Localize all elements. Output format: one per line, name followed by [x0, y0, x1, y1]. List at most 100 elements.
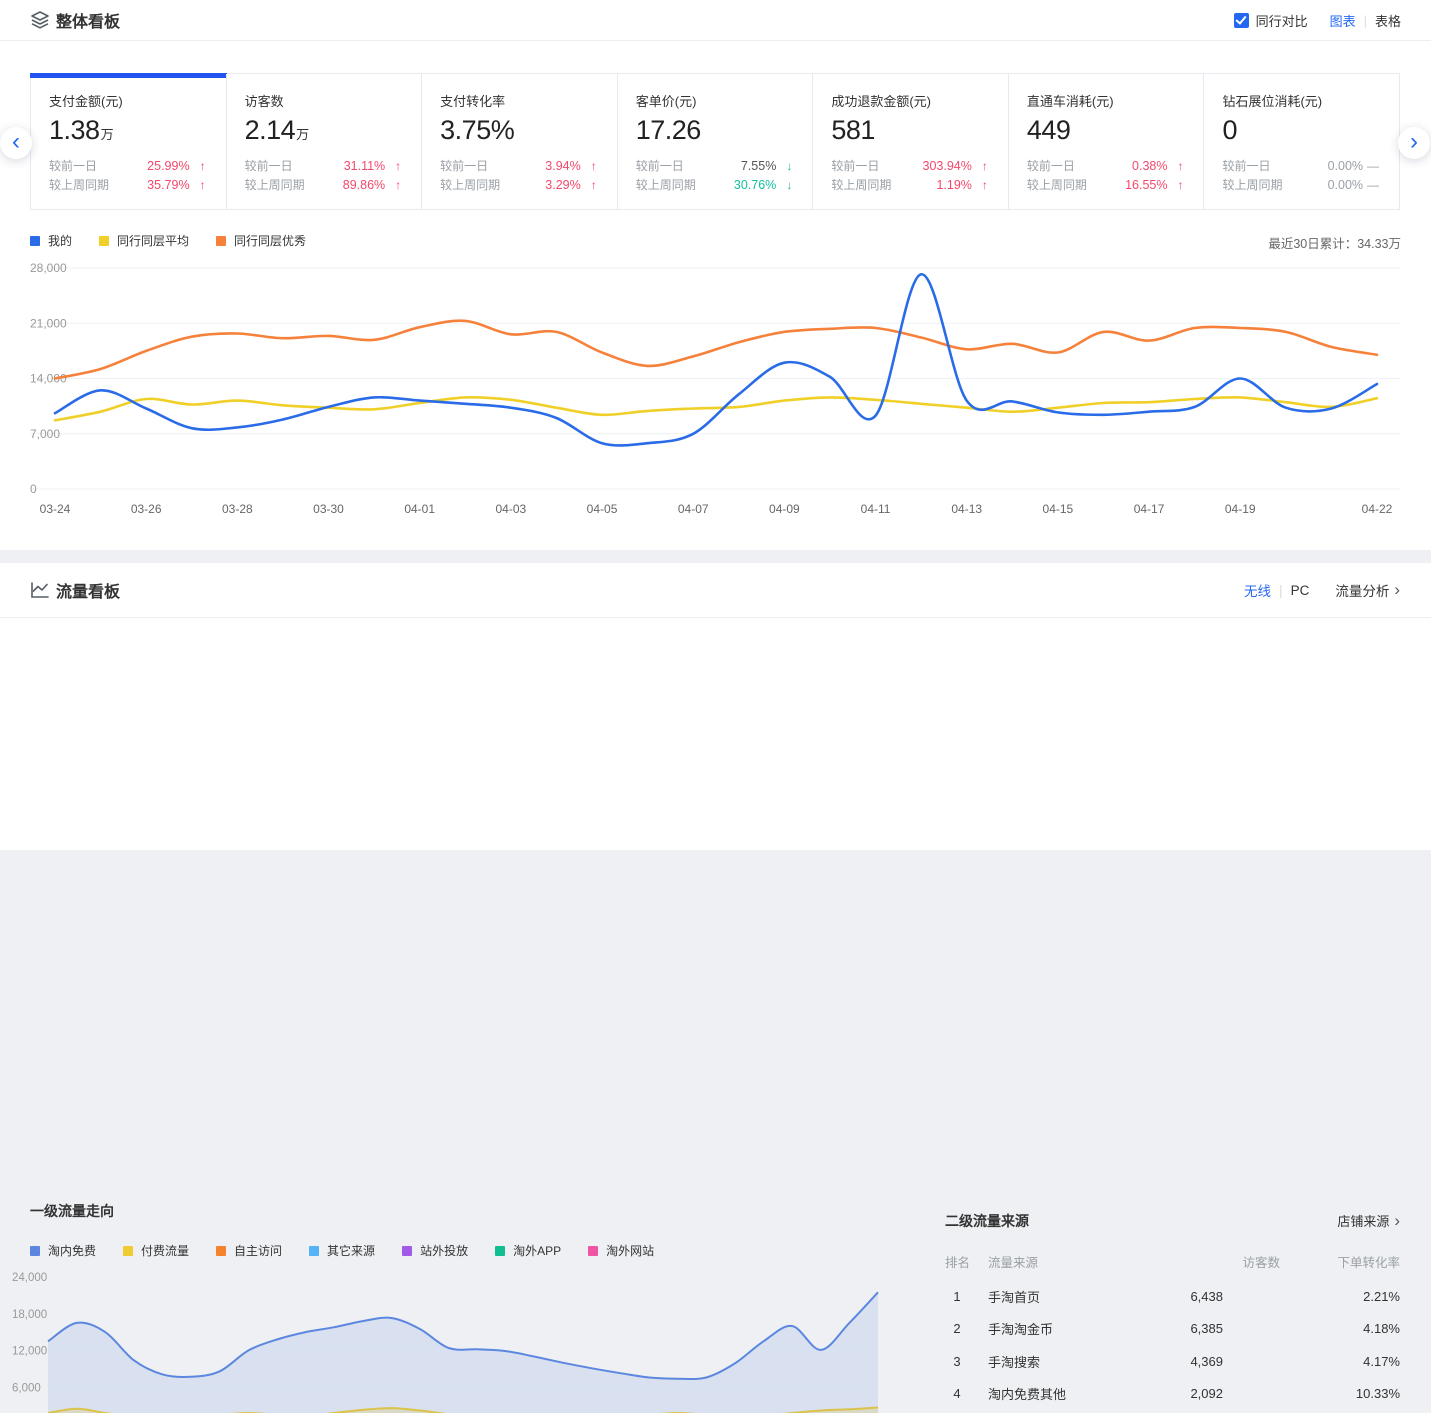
- cards-prev-button[interactable]: ‹: [0, 127, 32, 159]
- trend-arrow-icon: ↑: [972, 178, 988, 192]
- trend-arrow-icon: ↑: [385, 178, 401, 192]
- tab-wireless[interactable]: 无线: [1244, 580, 1271, 600]
- source-visitors: 4,369: [1091, 1354, 1223, 1369]
- metric-card-value: 2.14万: [245, 115, 402, 146]
- legend-item[interactable]: 淘外APP: [495, 1242, 561, 1259]
- line-chart-icon: [30, 580, 50, 600]
- view-table-toggle[interactable]: 表格: [1375, 11, 1401, 30]
- chevron-right-icon: ›: [1394, 581, 1400, 598]
- legend-label: 自主访问: [234, 1242, 282, 1259]
- svg-text:04-01: 04-01: [404, 502, 435, 516]
- overview-header: 整体看板 同行对比 图表 | 表格: [0, 0, 1431, 41]
- col-visitors: 访客数: [1091, 1252, 1295, 1271]
- source-row[interactable]: 4 淘内免费其他 2,092 10.33%: [945, 1378, 1400, 1411]
- svg-text:03-24: 03-24: [40, 502, 71, 516]
- legend-swatch: [402, 1246, 412, 1256]
- tabs-divider: |: [1279, 583, 1283, 598]
- legend-item[interactable]: 同行同层平均: [99, 232, 189, 249]
- svg-text:04-09: 04-09: [769, 502, 800, 516]
- sources-table-header: 排名 流量来源 访客数 下单转化率: [945, 1252, 1400, 1271]
- legend-swatch: [216, 1246, 226, 1256]
- source-row[interactable]: 2 手淘淘金币 6,385 4.18%: [945, 1313, 1400, 1346]
- metric-card[interactable]: 直通车消耗(元) 449 较前一日 0.38% ↑ 较上周同期 16.55% ↑: [1008, 74, 1204, 209]
- source-visitors: 6,438: [1091, 1289, 1223, 1304]
- trend-arrow-icon: ↓: [776, 178, 792, 192]
- metric-card-title: 支付转化率: [440, 91, 597, 110]
- legend-item[interactable]: 淘内免费: [30, 1242, 96, 1259]
- peer-compare-checkbox[interactable]: [1234, 13, 1249, 28]
- legend-label: 付费流量: [141, 1242, 189, 1259]
- compare-value: 7.55%: [720, 159, 777, 173]
- trend-arrow-icon: ↑: [1167, 178, 1183, 192]
- traffic-analysis-link[interactable]: 流量分析 ›: [1335, 580, 1400, 600]
- metric-card[interactable]: 成功退款金额(元) 581 较前一日 303.94% ↑ 较上周同期 1.19%…: [812, 74, 1008, 209]
- compare-value: 0.00%: [1306, 159, 1363, 173]
- metric-card-value: 17.26: [636, 115, 793, 146]
- svg-text:04-15: 04-15: [1043, 502, 1074, 516]
- source-row[interactable]: 3 手淘搜索 4,369 4.17%: [945, 1345, 1400, 1378]
- source-rank: 4: [945, 1386, 969, 1401]
- svg-text:04-19: 04-19: [1225, 502, 1256, 516]
- source-visitors: 6,385: [1091, 1321, 1223, 1336]
- source-name: 手淘首页: [981, 1287, 1091, 1306]
- legend-label: 淘外APP: [513, 1242, 561, 1259]
- trend-arrow-icon: ↑: [581, 159, 597, 173]
- tab-pc[interactable]: PC: [1291, 583, 1310, 598]
- legend-item[interactable]: 自主访问: [216, 1242, 282, 1259]
- compare-label: 较前一日: [831, 157, 915, 174]
- layers-icon: [30, 10, 50, 30]
- trend-arrow-icon: ↑: [581, 178, 597, 192]
- sources-title: 二级流量来源: [945, 1211, 1029, 1231]
- legend-item[interactable]: 同行同层优秀: [216, 232, 306, 249]
- cards-next-button[interactable]: ›: [1398, 127, 1430, 159]
- svg-text:04-22: 04-22: [1362, 502, 1393, 516]
- metric-compare-row: 较前一日 0.00% —: [1222, 156, 1379, 175]
- source-visitors: 2,092: [1091, 1386, 1223, 1401]
- compare-value: 3.29%: [524, 178, 581, 192]
- traffic-analysis-label: 流量分析: [1335, 580, 1389, 600]
- legend-item[interactable]: 付费流量: [123, 1242, 189, 1259]
- legend-item[interactable]: 我的: [30, 232, 72, 249]
- metric-card[interactable]: 钻石展位消耗(元) 0 较前一日 0.00% — 较上周同期 0.00% —: [1203, 74, 1399, 209]
- metric-card-value: 0: [1222, 115, 1379, 146]
- source-rank: 1: [945, 1289, 969, 1304]
- compare-value: 0.00%: [1306, 178, 1363, 192]
- legend-label: 同行同层平均: [117, 232, 189, 249]
- compare-label: 较前一日: [636, 157, 720, 174]
- source-row[interactable]: 1 手淘首页 6,438 2.21%: [945, 1280, 1400, 1313]
- legend-item[interactable]: 淘外网站: [588, 1242, 654, 1259]
- legend-item[interactable]: 站外投放: [402, 1242, 468, 1259]
- compare-label: 较上周同期: [1222, 176, 1306, 193]
- metric-card[interactable]: 支付转化率 3.75% 较前一日 3.94% ↑ 较上周同期 3.29% ↑: [421, 74, 617, 209]
- trend-arrow-icon: ↑: [385, 159, 401, 173]
- overview-section: 整体看板 同行对比 图表 | 表格 ‹ › 支付金额(元) 1.38万 较前一日…: [0, 0, 1431, 550]
- col-rank: 排名: [945, 1252, 981, 1271]
- metric-card[interactable]: 支付金额(元) 1.38万 较前一日 25.99% ↑ 较上周同期 35.79%…: [31, 74, 226, 209]
- traffic-section: 流量看板 无线 | PC 流量分析 › 一级流量走向 淘内免费 付费流量 自主访…: [0, 563, 1431, 850]
- legend-item[interactable]: 其它来源: [309, 1242, 375, 1259]
- source-conversion: 10.33%: [1295, 1386, 1400, 1401]
- traffic-area-chart: 24,00018,00012,0006,000: [0, 1263, 935, 1413]
- metric-compare-row: 较前一日 31.11% ↑: [245, 156, 402, 175]
- trend-arrow-icon: —: [1363, 159, 1379, 173]
- metric-card[interactable]: 访客数 2.14万 较前一日 31.11% ↑ 较上周同期 89.86% ↑: [226, 74, 422, 209]
- peer-compare-label[interactable]: 同行对比: [1256, 11, 1308, 30]
- legend-swatch: [588, 1246, 598, 1256]
- trend-arrow-icon: ↑: [190, 159, 206, 173]
- shop-source-link[interactable]: 店铺来源 ›: [1337, 1211, 1400, 1230]
- legend-swatch: [495, 1246, 505, 1256]
- source-conversion: 4.18%: [1295, 1321, 1400, 1336]
- metric-compare-row: 较前一日 25.99% ↑: [49, 156, 206, 175]
- chevron-right-icon: ›: [1394, 1212, 1400, 1229]
- legend-label: 同行同层优秀: [234, 232, 306, 249]
- source-rank: 3: [945, 1354, 969, 1369]
- toggle-divider: |: [1364, 13, 1367, 28]
- metric-card[interactable]: 客单价(元) 17.26 较前一日 7.55% ↓ 较上周同期 30.76% ↓: [617, 74, 813, 209]
- metric-card-value: 449: [1027, 115, 1184, 146]
- metric-card-value: 1.38万: [49, 115, 206, 146]
- compare-label: 较上周同期: [245, 176, 329, 193]
- compare-label: 较上周同期: [831, 176, 915, 193]
- metric-compare-row: 较上周同期 35.79% ↑: [49, 175, 206, 194]
- view-chart-toggle[interactable]: 图表: [1330, 11, 1356, 30]
- compare-value: 31.11%: [329, 159, 386, 173]
